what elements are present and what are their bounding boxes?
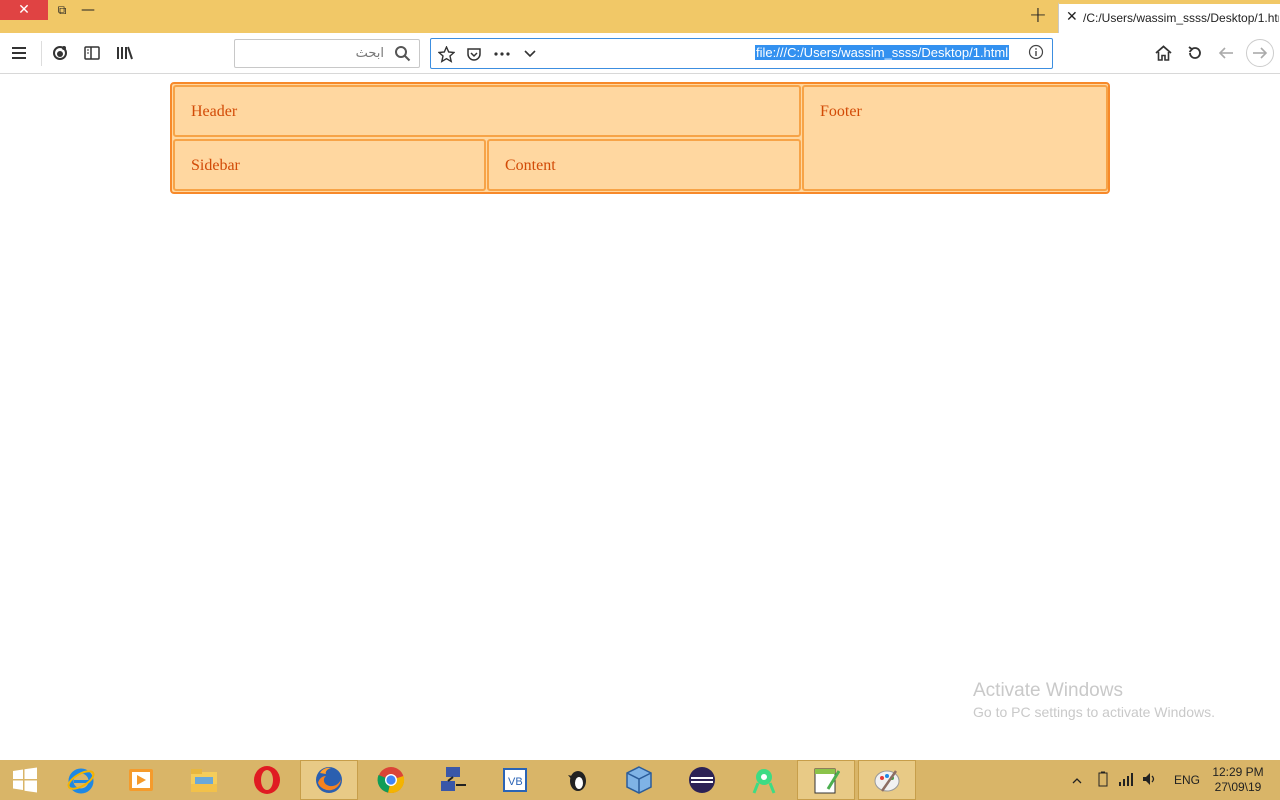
android-studio-icon[interactable] [735, 760, 793, 800]
url-bar[interactable]: file:///C:/Users/wassim_ssss/Desktop/1.h… [430, 38, 1053, 69]
star-icon[interactable] [435, 43, 457, 65]
battery-icon[interactable] [1096, 771, 1110, 790]
toolbar-divider [41, 41, 42, 66]
language-indicator[interactable]: ENG [1174, 773, 1200, 787]
page-viewport: Header Footer Sidebar Content Activate W… [0, 75, 1280, 760]
media-player-icon[interactable] [112, 760, 170, 800]
firefox-icon[interactable] [300, 760, 358, 800]
virtualbox-icon[interactable] [610, 760, 668, 800]
window-minimize-button[interactable]: — [78, 0, 98, 20]
tab-active[interactable]: ✕ /C:/Users/wassim_ssss/Desktop/1.html [1058, 2, 1280, 33]
sidebar-cell: Sidebar [173, 139, 486, 191]
url-text[interactable]: file:///C:/Users/wassim_ssss/Desktop/1.h… [755, 45, 1010, 60]
back-icon[interactable] [1214, 41, 1238, 65]
penguin-icon[interactable] [548, 760, 606, 800]
search-icon[interactable] [394, 45, 411, 66]
pocket-icon[interactable] [463, 43, 485, 65]
file-explorer-icon[interactable] [175, 760, 233, 800]
header-cell: Header [173, 85, 801, 137]
home-icon[interactable] [1151, 41, 1175, 65]
menu-icon[interactable] [7, 41, 31, 65]
clock[interactable]: 12:29 PM 27\09\19 [1208, 765, 1268, 795]
system-tray: ENG [1072, 760, 1200, 800]
opera-icon[interactable] [238, 760, 296, 800]
search-placeholder: ابحث [355, 46, 384, 61]
window-restore-button[interactable]: ⧉ [52, 0, 72, 20]
title-bar: ✕ ⧉ — + ✕ /C:/Users/wassim_ssss/Desktop/… [0, 0, 1280, 33]
dropdown-icon[interactable] [519, 43, 541, 65]
more-icon[interactable] [491, 43, 513, 65]
vb-icon[interactable]: VB [486, 760, 544, 800]
watermark-title: Activate Windows [973, 680, 1123, 701]
eclipse-icon[interactable] [673, 760, 731, 800]
taskbar: VB ENG 12:29 PM 27\09\19 [0, 760, 1280, 800]
tab-title: /C:/Users/wassim_ssss/Desktop/1.html [1083, 11, 1279, 25]
svg-text:VB: VB [508, 776, 523, 788]
content-cell: Content [487, 139, 801, 191]
activation-watermark: Activate Windows Go to PC settings to ac… [973, 680, 1215, 720]
network-tool-icon[interactable] [424, 760, 482, 800]
network-icon[interactable] [1118, 772, 1134, 789]
search-input[interactable]: ابحث [234, 39, 420, 68]
reload-icon[interactable] [1183, 41, 1207, 65]
start-icon[interactable] [0, 760, 50, 800]
sidebar-icon[interactable] [80, 41, 104, 65]
volume-icon[interactable] [1142, 772, 1158, 789]
watermark-subtitle: Go to PC settings to activate Windows. [973, 704, 1215, 720]
paint-icon[interactable] [858, 760, 916, 800]
footer-cell: Footer [802, 85, 1108, 191]
ie-icon[interactable] [52, 760, 110, 800]
grid-container: Header Footer Sidebar Content [170, 82, 1110, 194]
forward-icon[interactable] [1246, 39, 1274, 67]
browser-toolbar: ابحث file:///C:/Users/wassim_ssss/Deskto… [0, 33, 1280, 74]
clock-time: 12:29 PM [1212, 765, 1264, 779]
library-icon[interactable] [112, 41, 136, 65]
sync-icon[interactable] [48, 41, 72, 65]
chrome-icon[interactable] [362, 760, 420, 800]
clock-date: 27\09\19 [1214, 780, 1262, 794]
window-close-button[interactable]: ✕ [0, 0, 48, 20]
info-icon[interactable] [1028, 44, 1046, 62]
tab-close-button[interactable]: ✕ [1066, 9, 1078, 25]
notepad-plus-icon[interactable] [797, 760, 855, 800]
tray-expand-icon[interactable] [1072, 773, 1082, 787]
new-tab-button[interactable]: + [1024, 4, 1052, 28]
